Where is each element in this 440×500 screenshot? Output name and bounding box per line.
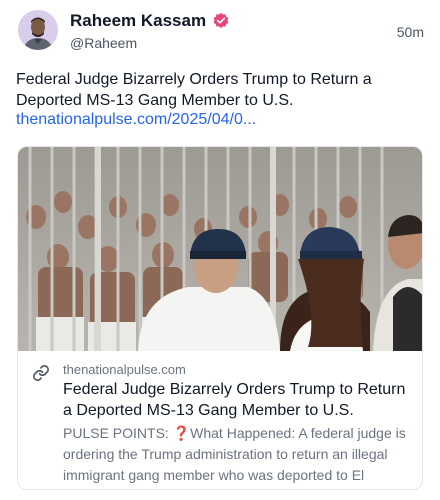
author-name[interactable]: Raheem Kassam xyxy=(70,11,230,31)
link-preview-domain: thenationalpulse.com xyxy=(63,362,186,377)
verified-badge-icon xyxy=(213,12,229,29)
link-preview-description: PULSE POINTS: ❓What Happened: A federal … xyxy=(63,423,413,486)
author-handle[interactable]: @Raheem xyxy=(70,35,137,51)
post-link[interactable]: thenationalpulse.com/2025/04/0... xyxy=(16,110,256,130)
link-preview-title[interactable]: Federal Judge Bizarrely Orders Trump to … xyxy=(63,379,413,421)
author-name-text: Raheem Kassam xyxy=(70,11,207,30)
link-preview-card[interactable]: thenationalpulse.com Federal Judge Bizar… xyxy=(17,146,423,490)
social-post: Raheem Kassam @Raheem 50m Federal Judge … xyxy=(0,0,440,500)
prison-photo-icon xyxy=(18,147,422,351)
link-icon xyxy=(33,365,49,381)
avatar-image xyxy=(18,10,58,50)
post-timestamp[interactable]: 50m xyxy=(397,24,424,40)
description-prefix: PULSE POINTS: xyxy=(63,425,173,441)
link-preview-image[interactable] xyxy=(18,147,422,351)
link-preview-body[interactable]: thenationalpulse.com Federal Judge Bizar… xyxy=(18,351,422,489)
author-avatar[interactable] xyxy=(18,10,58,50)
post-text: Federal Judge Bizarrely Orders Trump to … xyxy=(16,71,372,109)
question-mark-emoji-icon: ❓ xyxy=(172,425,191,441)
